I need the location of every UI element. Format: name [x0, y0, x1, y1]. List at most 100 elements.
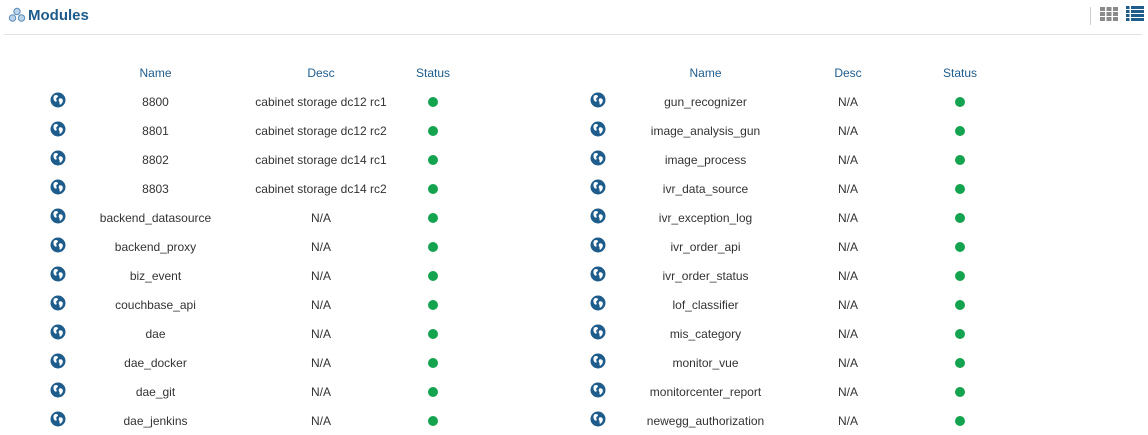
- module-desc: cabinet storage dc14 rc2: [255, 181, 387, 196]
- module-desc: cabinet storage dc12 rc1: [255, 94, 387, 109]
- module-name: mis_category: [669, 326, 742, 341]
- globe-icon[interactable]: [50, 121, 66, 140]
- status-indicator-icon: [428, 126, 438, 137]
- module-name: 8803: [142, 181, 169, 196]
- globe-icon[interactable]: [590, 179, 606, 198]
- module-name: dae_docker: [124, 355, 187, 370]
- status-indicator-icon: [955, 155, 965, 166]
- module-desc: N/A: [837, 384, 858, 399]
- desc-column-header: Desc: [307, 65, 335, 80]
- module-status: [900, 145, 1020, 174]
- module-desc: N/A: [837, 297, 858, 312]
- globe-icon[interactable]: [50, 382, 66, 401]
- globe-icon[interactable]: [50, 237, 66, 256]
- module-status: [406, 377, 460, 406]
- table-row: gun_recognizer N/A: [580, 87, 1020, 116]
- list-view-button[interactable]: [1126, 6, 1144, 26]
- name-column-header: Name: [689, 65, 722, 80]
- module-name: ivr_order_status: [662, 268, 749, 283]
- table-row: mis_category N/A: [580, 319, 1020, 348]
- row-icon-cell: [580, 377, 615, 406]
- globe-icon[interactable]: [50, 411, 66, 430]
- module-name: 8802: [142, 152, 169, 167]
- globe-icon[interactable]: [590, 208, 606, 227]
- row-icon-cell: [580, 116, 615, 145]
- table-row: ivr_order_api N/A: [580, 232, 1020, 261]
- table-row: backend_proxy N/A: [40, 232, 460, 261]
- status-indicator-icon: [955, 242, 965, 253]
- table-row: dae_jenkins N/A: [40, 406, 460, 435]
- module-desc: N/A: [310, 326, 331, 341]
- globe-icon[interactable]: [50, 353, 66, 372]
- module-status: [900, 203, 1020, 232]
- table-row: 8802 cabinet storage dc14 rc1: [40, 145, 460, 174]
- row-icon-cell: [580, 406, 615, 435]
- globe-icon[interactable]: [590, 382, 606, 401]
- globe-icon[interactable]: [590, 295, 606, 314]
- status-indicator-icon: [955, 416, 965, 427]
- module-name: image_analysis_gun: [650, 123, 761, 138]
- module-status: [900, 290, 1020, 319]
- status-column-header: Status: [415, 65, 451, 80]
- globe-icon[interactable]: [590, 324, 606, 343]
- status-indicator-icon: [428, 358, 438, 369]
- module-status: [406, 116, 460, 145]
- row-icon-cell: [580, 232, 615, 261]
- name-column-header: Name: [139, 65, 172, 80]
- module-status: [900, 261, 1020, 290]
- module-name: dae: [145, 326, 166, 341]
- module-name: dae_jenkins: [123, 413, 188, 428]
- module-status: [900, 174, 1020, 203]
- module-desc: N/A: [837, 355, 858, 370]
- row-icon-cell: [40, 203, 75, 232]
- globe-icon[interactable]: [590, 353, 606, 372]
- table-row: 8801 cabinet storage dc12 rc2: [40, 116, 460, 145]
- module-status: [900, 406, 1020, 435]
- module-desc: N/A: [310, 384, 331, 399]
- row-icon-cell: [580, 145, 615, 174]
- status-indicator-icon: [428, 242, 438, 253]
- module-status: [900, 116, 1020, 145]
- status-indicator-icon: [428, 387, 438, 398]
- globe-icon[interactable]: [50, 295, 66, 314]
- module-name: couchbase_api: [115, 297, 196, 312]
- module-name: biz_event: [129, 268, 182, 283]
- row-icon-cell: [40, 290, 75, 319]
- globe-icon[interactable]: [590, 266, 606, 285]
- module-desc: N/A: [837, 152, 858, 167]
- modules-table-right-body: gun_recognizer N/A image_analysis_gun N/A im…: [580, 87, 1020, 435]
- grid-view-button[interactable]: [1100, 6, 1118, 26]
- module-status: [406, 290, 460, 319]
- module-status: [900, 87, 1020, 116]
- table-header-row: Name Desc Status: [40, 58, 460, 87]
- globe-icon[interactable]: [590, 411, 606, 430]
- table-row: couchbase_api N/A: [40, 290, 460, 319]
- module-status: [900, 348, 1020, 377]
- toolbar-divider: [1090, 7, 1091, 25]
- globe-icon[interactable]: [590, 150, 606, 169]
- module-desc: N/A: [310, 297, 331, 312]
- globe-icon[interactable]: [590, 92, 606, 111]
- table-row: lof_classifier N/A: [580, 290, 1020, 319]
- table-row: backend_datasource N/A: [40, 203, 460, 232]
- globe-icon[interactable]: [50, 92, 66, 111]
- row-icon-cell: [40, 145, 75, 174]
- grid-view-icon: [1100, 6, 1118, 21]
- row-icon-cell: [40, 174, 75, 203]
- globe-icon[interactable]: [50, 150, 66, 169]
- globe-icon[interactable]: [590, 121, 606, 140]
- status-indicator-icon: [955, 387, 965, 398]
- view-toggle: [1090, 6, 1148, 26]
- module-name: 8801: [142, 123, 169, 138]
- status-indicator-icon: [955, 271, 965, 282]
- module-name: ivr_order_api: [670, 239, 741, 254]
- globe-icon[interactable]: [50, 179, 66, 198]
- globe-icon[interactable]: [50, 324, 66, 343]
- module-desc: N/A: [837, 94, 858, 109]
- globe-icon[interactable]: [50, 208, 66, 227]
- globe-icon[interactable]: [50, 266, 66, 285]
- globe-icon[interactable]: [590, 237, 606, 256]
- module-status: [406, 232, 460, 261]
- module-desc: N/A: [837, 268, 858, 283]
- title-group: Modules: [8, 4, 89, 26]
